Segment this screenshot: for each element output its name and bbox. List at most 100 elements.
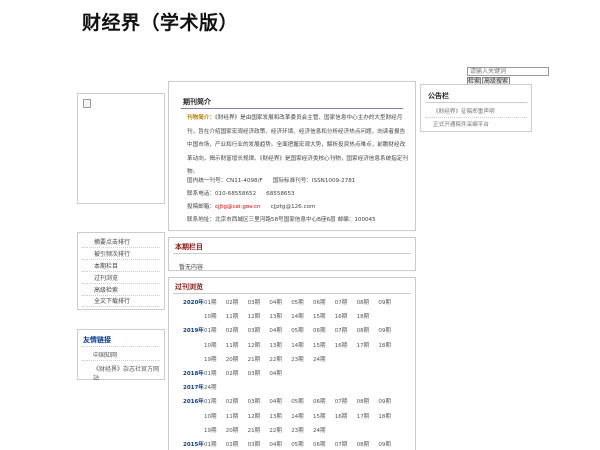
issue-link[interactable]: 03期 [248, 298, 261, 306]
issue-link[interactable]: 02期 [226, 397, 239, 405]
issue-link[interactable]: 01期 [204, 397, 217, 405]
issue-link[interactable]: 13期 [269, 312, 282, 320]
issue-link[interactable]: 19期 [204, 355, 217, 363]
phone-number: 联系电话：010-68558652 [187, 191, 257, 197]
issue-link[interactable]: 14期 [291, 341, 304, 349]
issue-link[interactable]: 08期 [357, 326, 370, 334]
issue-link[interactable]: 13期 [269, 341, 282, 349]
issue-link[interactable]: 09期 [378, 326, 391, 334]
issue-link[interactable]: 04期 [269, 369, 282, 377]
issue-link[interactable]: 19期 [204, 426, 217, 434]
issue-link[interactable]: 02期 [226, 440, 239, 448]
issue-link[interactable]: 05期 [291, 397, 304, 405]
issue-link[interactable]: 12期 [248, 341, 261, 349]
issue-link[interactable]: 15期 [313, 412, 326, 420]
issue-link[interactable]: 14期 [291, 412, 304, 420]
issue-link[interactable]: 20期 [226, 355, 239, 363]
issue-link[interactable]: 03期 [248, 369, 261, 377]
issue-link[interactable]: 06期 [313, 397, 326, 405]
issue-link[interactable]: 03期 [248, 440, 261, 448]
current-issue-title: 本期栏目 [175, 243, 203, 251]
issue-link[interactable]: 23期 [291, 426, 304, 434]
issue-link[interactable]: 12期 [248, 312, 261, 320]
issue-link[interactable]: 11期 [226, 412, 239, 420]
year-label: 2020年 [183, 300, 204, 306]
email-link-2[interactable]: cjjztg@126.com [271, 204, 316, 210]
year-label: 2017年 [183, 385, 204, 392]
issue-link[interactable]: 09期 [378, 298, 391, 306]
issue-link[interactable]: 02期 [226, 298, 239, 306]
friend-link-cnki[interactable]: 中国知网 [93, 350, 117, 359]
issue-link[interactable]: 04期 [269, 440, 282, 448]
notice-item-statement[interactable]: 《财经界》征稿郑重声明 [433, 107, 495, 115]
issue-link[interactable]: 09期 [378, 397, 391, 405]
menu-item-download-ranking[interactable]: 全文下载排行 [82, 296, 160, 307]
menu-item-current-columns[interactable]: 本期栏目 [82, 261, 160, 272]
issue-link[interactable]: 01期 [204, 369, 217, 377]
issue-link[interactable]: 05期 [291, 298, 304, 306]
issue-link[interactable]: 07期 [335, 298, 348, 306]
issue-link[interactable]: 04期 [269, 326, 282, 334]
issue-link[interactable]: 01期 [204, 440, 217, 448]
issue-link[interactable]: 10期 [204, 412, 217, 420]
menu-item-advanced-search[interactable]: 高级检索 [82, 285, 160, 296]
issue-link[interactable]: 01期 [204, 326, 217, 334]
notice-item-platform[interactable]: 正式开通稿件采编平台 [433, 120, 489, 128]
friend-link-official-site[interactable]: 《财经界》杂志社官方网站 [93, 364, 164, 382]
issue-link[interactable]: 08期 [357, 397, 370, 405]
issue-link[interactable]: 12期 [248, 412, 261, 420]
issue-link[interactable]: 21期 [248, 355, 261, 363]
year-label: 2016年 [183, 399, 204, 406]
issue-link[interactable]: 04期 [269, 298, 282, 306]
issue-link[interactable]: 08期 [357, 440, 370, 448]
issue-link[interactable]: 05期 [291, 440, 304, 448]
issue-link[interactable]: 15期 [313, 312, 326, 320]
issue-link[interactable]: 20期 [226, 426, 239, 434]
issue-link[interactable]: 18期 [378, 412, 391, 420]
issue-link[interactable]: 02期 [226, 326, 239, 334]
issue-link[interactable]: 14期 [291, 312, 304, 320]
journal-intro-panel: 期刊简介 刊物简介：《财经界》是由国家发展和改革委员会主管、国家信息中心主办的大… [168, 81, 416, 231]
issue-link[interactable]: 06期 [313, 440, 326, 448]
issue-link[interactable]: 18期 [357, 312, 370, 320]
issue-link[interactable]: 24期 [313, 355, 326, 363]
search-input[interactable]: 请输入关键词 [467, 67, 549, 76]
issue-link[interactable]: 16期 [335, 312, 348, 320]
issue-link[interactable]: 10期 [204, 341, 217, 349]
menu-item-citation-ranking[interactable]: 被引频次排行 [82, 249, 160, 260]
empty-content-text: 暂无内容 [179, 264, 204, 271]
issue-link[interactable]: 07期 [335, 397, 348, 405]
issue-link[interactable]: 05期 [291, 326, 304, 334]
issue-link[interactable]: 16期 [335, 341, 348, 349]
issue-link[interactable]: 06期 [313, 326, 326, 334]
issue-link[interactable]: 16期 [335, 412, 348, 420]
issue-link[interactable]: 17期 [357, 412, 370, 420]
issue-link[interactable]: 24期 [204, 383, 217, 391]
issue-link[interactable]: 11期 [226, 341, 239, 349]
issue-link[interactable]: 11期 [226, 312, 239, 320]
issue-link[interactable]: 22期 [269, 355, 282, 363]
issue-link[interactable]: 08期 [357, 298, 370, 306]
issue-link[interactable]: 21期 [248, 426, 261, 434]
issue-link[interactable]: 15期 [313, 341, 326, 349]
phone-number-2: 68558653 [266, 191, 295, 197]
issue-link[interactable]: 07期 [335, 326, 348, 334]
issue-link[interactable]: 24期 [313, 426, 326, 434]
issue-link[interactable]: 01期 [204, 298, 217, 306]
issue-link[interactable]: 02期 [226, 369, 239, 377]
issue-link[interactable]: 09期 [378, 440, 391, 448]
issue-link[interactable]: 03期 [248, 397, 261, 405]
issue-link[interactable]: 22期 [269, 426, 282, 434]
issue-link[interactable]: 23期 [291, 355, 304, 363]
issue-link[interactable]: 03期 [248, 326, 261, 334]
issue-link[interactable]: 04期 [269, 397, 282, 405]
menu-item-abstract-ranking[interactable]: 摘要点击排行 [82, 237, 160, 248]
email-link-1[interactable]: cjjtg@cei.gov.cn [215, 204, 261, 210]
issue-link[interactable]: 17期 [357, 341, 370, 349]
issue-link[interactable]: 18期 [378, 341, 391, 349]
issue-link[interactable]: 13期 [269, 412, 282, 420]
menu-item-past-issues[interactable]: 过刊浏览 [82, 273, 160, 284]
issue-link[interactable]: 07期 [335, 440, 348, 448]
issue-link[interactable]: 06期 [313, 298, 326, 306]
issue-link[interactable]: 10期 [204, 312, 217, 320]
